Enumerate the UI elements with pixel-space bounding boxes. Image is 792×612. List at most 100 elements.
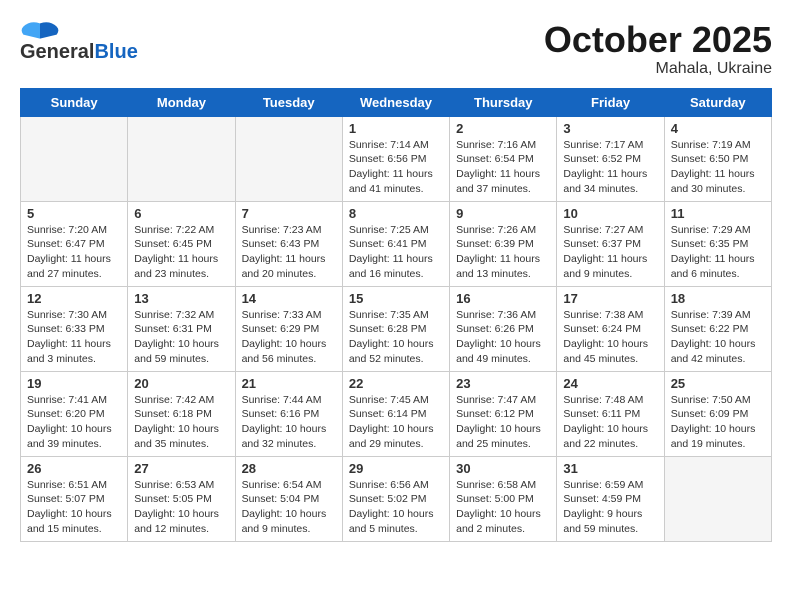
day-info: Sunrise: 7:50 AM Sunset: 6:09 PM Dayligh… xyxy=(671,393,765,452)
day-number: 17 xyxy=(563,291,657,306)
calendar-cell: 28Sunrise: 6:54 AM Sunset: 5:04 PM Dayli… xyxy=(235,456,342,541)
day-info: Sunrise: 7:45 AM Sunset: 6:14 PM Dayligh… xyxy=(349,393,443,452)
day-info: Sunrise: 7:32 AM Sunset: 6:31 PM Dayligh… xyxy=(134,308,228,367)
day-number: 4 xyxy=(671,121,765,136)
calendar-cell: 23 Sunrise: 7:47 AM Sunset: 6:12 PM Dayli… xyxy=(450,371,557,456)
weekday-header-friday: Friday xyxy=(557,88,664,116)
day-number: 22 xyxy=(349,376,443,391)
logo-general: General xyxy=(20,41,94,63)
day-number: 24 xyxy=(563,376,657,391)
calendar-cell: 22 Sunrise: 7:45 AM Sunset: 6:14 PM Dayli… xyxy=(342,371,449,456)
day-info: Sunrise: 7:20 AM Sunset: 6:47 PM Dayligh… xyxy=(27,223,121,282)
calendar-cell: 27 Sunrise: 6:53 AM Sunset: 5:05 PM Dayli… xyxy=(128,456,235,541)
day-info: Sunrise: 6:59 AM Sunset: 4:59 PM Dayligh… xyxy=(563,478,657,537)
day-number: 29 xyxy=(349,461,443,476)
day-info: Sunrise: 7:44 AM Sunset: 6:16 PM Dayligh… xyxy=(242,393,336,452)
day-info: Sunrise: 7:42 AM Sunset: 6:18 PM Dayligh… xyxy=(134,393,228,452)
day-number: 5 xyxy=(27,206,121,221)
day-number: 27 xyxy=(134,461,228,476)
weekday-header-monday: Monday xyxy=(128,88,235,116)
calendar-cell: 10 Sunrise: 7:27 AM Sunset: 6:37 PM Dayli… xyxy=(557,201,664,286)
calendar-cell: 8 Sunrise: 7:25 AM Sunset: 6:41 PM Daylig… xyxy=(342,201,449,286)
calendar-cell: 14 Sunrise: 7:33 AM Sunset: 6:29 PM Dayli… xyxy=(235,286,342,371)
day-info: Sunrise: 7:38 AM Sunset: 6:24 PM Dayligh… xyxy=(563,308,657,367)
calendar-cell: 5 Sunrise: 7:20 AM Sunset: 6:47 PM Daylig… xyxy=(21,201,128,286)
calendar-cell: 11 Sunrise: 7:29 AM Sunset: 6:35 PM Dayli… xyxy=(664,201,771,286)
calendar-cell: 21 Sunrise: 7:44 AM Sunset: 6:16 PM Dayli… xyxy=(235,371,342,456)
day-number: 7 xyxy=(242,206,336,221)
day-number: 1 xyxy=(349,121,443,136)
day-number: 19 xyxy=(27,376,121,391)
day-info: Sunrise: 7:14 AM Sunset: 6:56 PM Dayligh… xyxy=(349,138,443,197)
calendar-cell: 19Sunrise: 7:41 AM Sunset: 6:20 PM Dayli… xyxy=(21,371,128,456)
calendar-week-row: 12Sunrise: 7:30 AM Sunset: 6:33 PM Dayli… xyxy=(21,286,772,371)
day-number: 16 xyxy=(456,291,550,306)
day-info: Sunrise: 7:19 AM Sunset: 6:50 PM Dayligh… xyxy=(671,138,765,197)
calendar-cell: 6Sunrise: 7:22 AM Sunset: 6:45 PM Daylig… xyxy=(128,201,235,286)
day-number: 26 xyxy=(27,461,121,476)
calendar-week-row: 26 Sunrise: 6:51 AM Sunset: 5:07 PM Dayli… xyxy=(21,456,772,541)
calendar-table: SundayMondayTuesdayWednesdayThursdayFrid… xyxy=(20,88,772,542)
calendar-cell: 3Sunrise: 7:17 AM Sunset: 6:52 PM Daylig… xyxy=(557,116,664,201)
weekday-header-row: SundayMondayTuesdayWednesdayThursdayFrid… xyxy=(21,88,772,116)
calendar-cell: 9 Sunrise: 7:26 AM Sunset: 6:39 PM Daylig… xyxy=(450,201,557,286)
day-number: 9 xyxy=(456,206,550,221)
day-number: 28 xyxy=(242,461,336,476)
day-number: 10 xyxy=(563,206,657,221)
calendar-cell: 29 Sunrise: 6:56 AM Sunset: 5:02 PM Dayli… xyxy=(342,456,449,541)
logo-icon xyxy=(20,20,60,40)
day-info: Sunrise: 7:30 AM Sunset: 6:33 PM Dayligh… xyxy=(27,308,121,367)
day-info: Sunrise: 7:22 AM Sunset: 6:45 PM Dayligh… xyxy=(134,223,228,282)
month-title: October 2025 xyxy=(544,20,772,60)
calendar-cell: 18Sunrise: 7:39 AM Sunset: 6:22 PM Dayli… xyxy=(664,286,771,371)
calendar-cell: 16 Sunrise: 7:36 AM Sunset: 6:26 PM Dayli… xyxy=(450,286,557,371)
day-number: 8 xyxy=(349,206,443,221)
day-info: Sunrise: 7:36 AM Sunset: 6:26 PM Dayligh… xyxy=(456,308,550,367)
calendar-week-row: 19Sunrise: 7:41 AM Sunset: 6:20 PM Dayli… xyxy=(21,371,772,456)
calendar-cell: 31 Sunrise: 6:59 AM Sunset: 4:59 PM Dayli… xyxy=(557,456,664,541)
calendar-cell: 1 Sunrise: 7:14 AM Sunset: 6:56 PM Daylig… xyxy=(342,116,449,201)
calendar-cell xyxy=(21,116,128,201)
calendar-week-row: 1 Sunrise: 7:14 AM Sunset: 6:56 PM Daylig… xyxy=(21,116,772,201)
day-number: 3 xyxy=(563,121,657,136)
day-info: Sunrise: 7:26 AM Sunset: 6:39 PM Dayligh… xyxy=(456,223,550,282)
day-info: Sunrise: 7:16 AM Sunset: 6:54 PM Dayligh… xyxy=(456,138,550,197)
weekday-header-saturday: Saturday xyxy=(664,88,771,116)
day-info: Sunrise: 6:56 AM Sunset: 5:02 PM Dayligh… xyxy=(349,478,443,537)
calendar-cell: 15Sunrise: 7:35 AM Sunset: 6:28 PM Dayli… xyxy=(342,286,449,371)
day-info: Sunrise: 7:33 AM Sunset: 6:29 PM Dayligh… xyxy=(242,308,336,367)
day-number: 11 xyxy=(671,206,765,221)
day-info: Sunrise: 6:53 AM Sunset: 5:05 PM Dayligh… xyxy=(134,478,228,537)
title-section: October 2025 Mahala, Ukraine xyxy=(544,20,772,78)
calendar-cell xyxy=(128,116,235,201)
logo-text: GeneralBlue xyxy=(20,42,138,62)
day-info: Sunrise: 6:51 AM Sunset: 5:07 PM Dayligh… xyxy=(27,478,121,537)
weekday-header-thursday: Thursday xyxy=(450,88,557,116)
calendar-cell: 4 Sunrise: 7:19 AM Sunset: 6:50 PM Daylig… xyxy=(664,116,771,201)
calendar-cell: 26 Sunrise: 6:51 AM Sunset: 5:07 PM Dayli… xyxy=(21,456,128,541)
calendar-cell: 13Sunrise: 7:32 AM Sunset: 6:31 PM Dayli… xyxy=(128,286,235,371)
day-info: Sunrise: 7:47 AM Sunset: 6:12 PM Dayligh… xyxy=(456,393,550,452)
day-info: Sunrise: 7:39 AM Sunset: 6:22 PM Dayligh… xyxy=(671,308,765,367)
calendar-cell: 2Sunrise: 7:16 AM Sunset: 6:54 PM Daylig… xyxy=(450,116,557,201)
calendar-cell: 17 Sunrise: 7:38 AM Sunset: 6:24 PM Dayli… xyxy=(557,286,664,371)
day-info: Sunrise: 7:23 AM Sunset: 6:43 PM Dayligh… xyxy=(242,223,336,282)
calendar-cell xyxy=(664,456,771,541)
day-info: Sunrise: 7:29 AM Sunset: 6:35 PM Dayligh… xyxy=(671,223,765,282)
day-number: 31 xyxy=(563,461,657,476)
calendar-cell: 20Sunrise: 7:42 AM Sunset: 6:18 PM Dayli… xyxy=(128,371,235,456)
calendar-week-row: 5 Sunrise: 7:20 AM Sunset: 6:47 PM Daylig… xyxy=(21,201,772,286)
calendar-cell: 30Sunrise: 6:58 AM Sunset: 5:00 PM Dayli… xyxy=(450,456,557,541)
weekday-header-sunday: Sunday xyxy=(21,88,128,116)
subtitle: Mahala, Ukraine xyxy=(544,60,772,78)
day-number: 21 xyxy=(242,376,336,391)
day-number: 23 xyxy=(456,376,550,391)
weekday-header-tuesday: Tuesday xyxy=(235,88,342,116)
day-number: 14 xyxy=(242,291,336,306)
day-info: Sunrise: 7:25 AM Sunset: 6:41 PM Dayligh… xyxy=(349,223,443,282)
day-info: Sunrise: 7:27 AM Sunset: 6:37 PM Dayligh… xyxy=(563,223,657,282)
calendar-cell: 12Sunrise: 7:30 AM Sunset: 6:33 PM Dayli… xyxy=(21,286,128,371)
calendar-cell: 25 Sunrise: 7:50 AM Sunset: 6:09 PM Dayli… xyxy=(664,371,771,456)
day-number: 25 xyxy=(671,376,765,391)
day-number: 15 xyxy=(349,291,443,306)
